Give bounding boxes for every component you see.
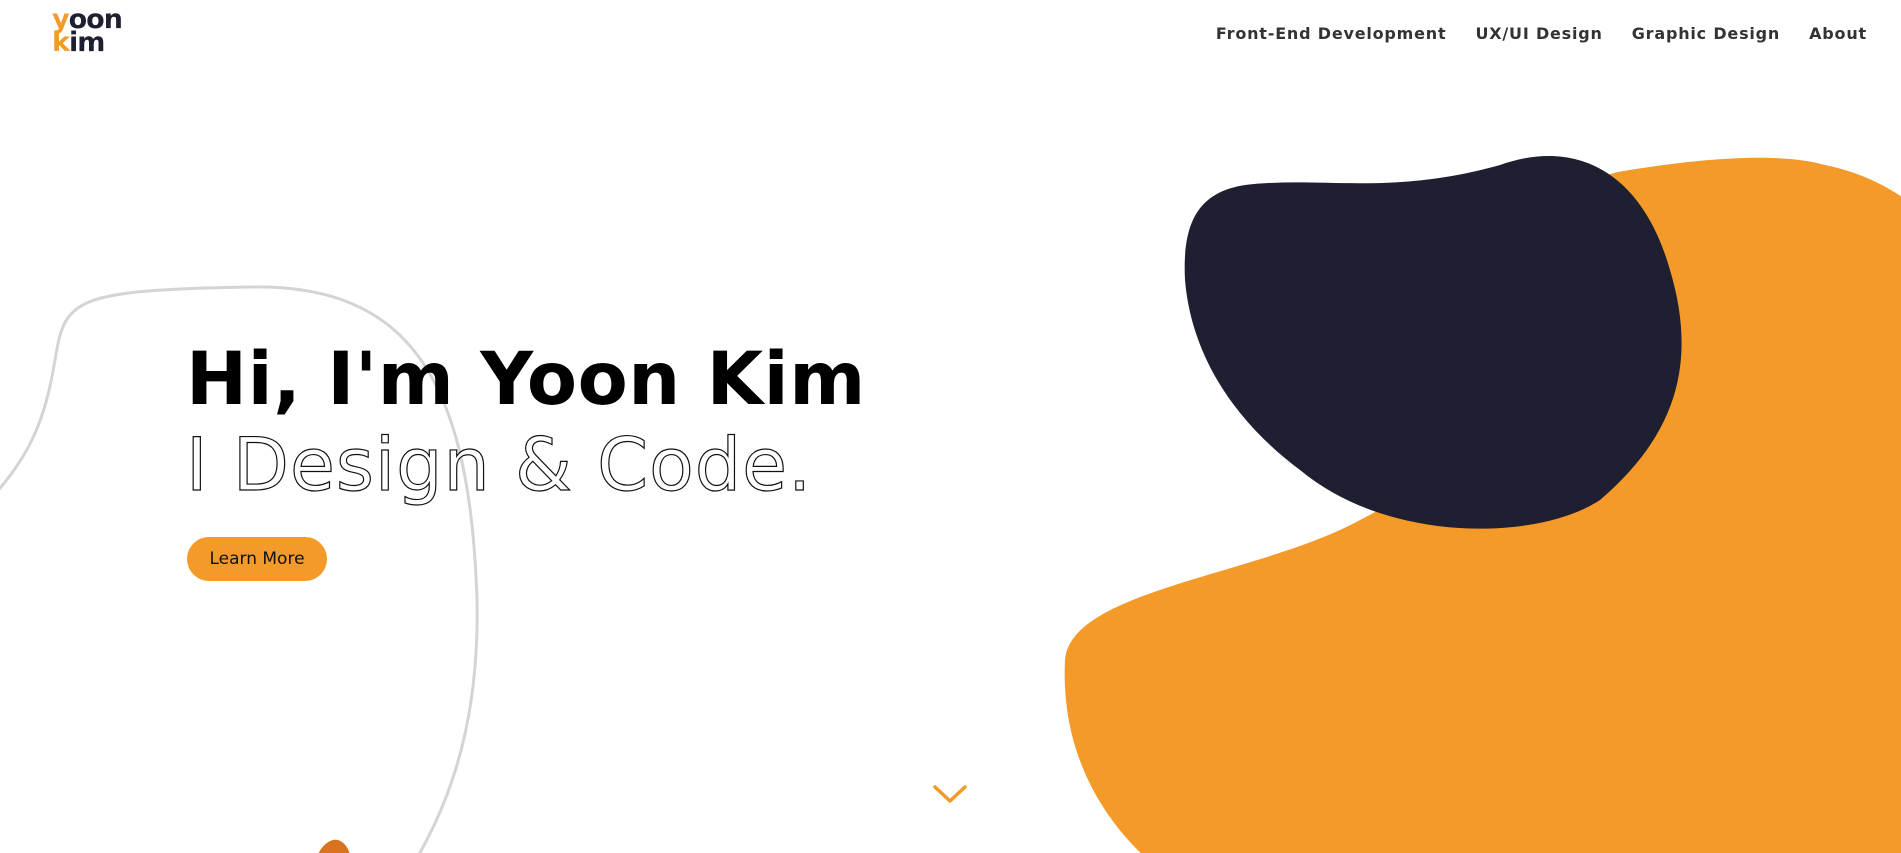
- nav-item-about[interactable]: About: [1809, 24, 1867, 43]
- learn-more-button[interactable]: Learn More: [187, 537, 327, 581]
- dark-blob: [1184, 156, 1682, 529]
- nav-item-ux-ui-design[interactable]: UX/UI Design: [1475, 24, 1602, 43]
- hero-subtitle: I Design & Code.: [185, 422, 813, 508]
- page: yoon kim Front-End Development UX/UI Des…: [0, 0, 1901, 853]
- main-nav: Front-End Development UX/UI Design Graph…: [1216, 24, 1867, 43]
- chevron-down-icon: [933, 785, 967, 803]
- hero-section: Hi, I'm Yoon Kim I Design & Code.: [185, 337, 946, 509]
- scroll-down-button[interactable]: [930, 780, 970, 810]
- hero-title: Hi, I'm Yoon Kim: [186, 337, 866, 422]
- logo-letter-k: k: [52, 27, 70, 58]
- orange-blob: [1064, 157, 1901, 853]
- orange-corner-blob: [318, 839, 350, 853]
- nav-item-front-end-development[interactable]: Front-End Development: [1216, 24, 1447, 43]
- nav-item-graphic-design[interactable]: Graphic Design: [1632, 24, 1780, 43]
- logo-text-im: im: [68, 27, 105, 58]
- site-logo[interactable]: yoon kim: [52, 6, 132, 60]
